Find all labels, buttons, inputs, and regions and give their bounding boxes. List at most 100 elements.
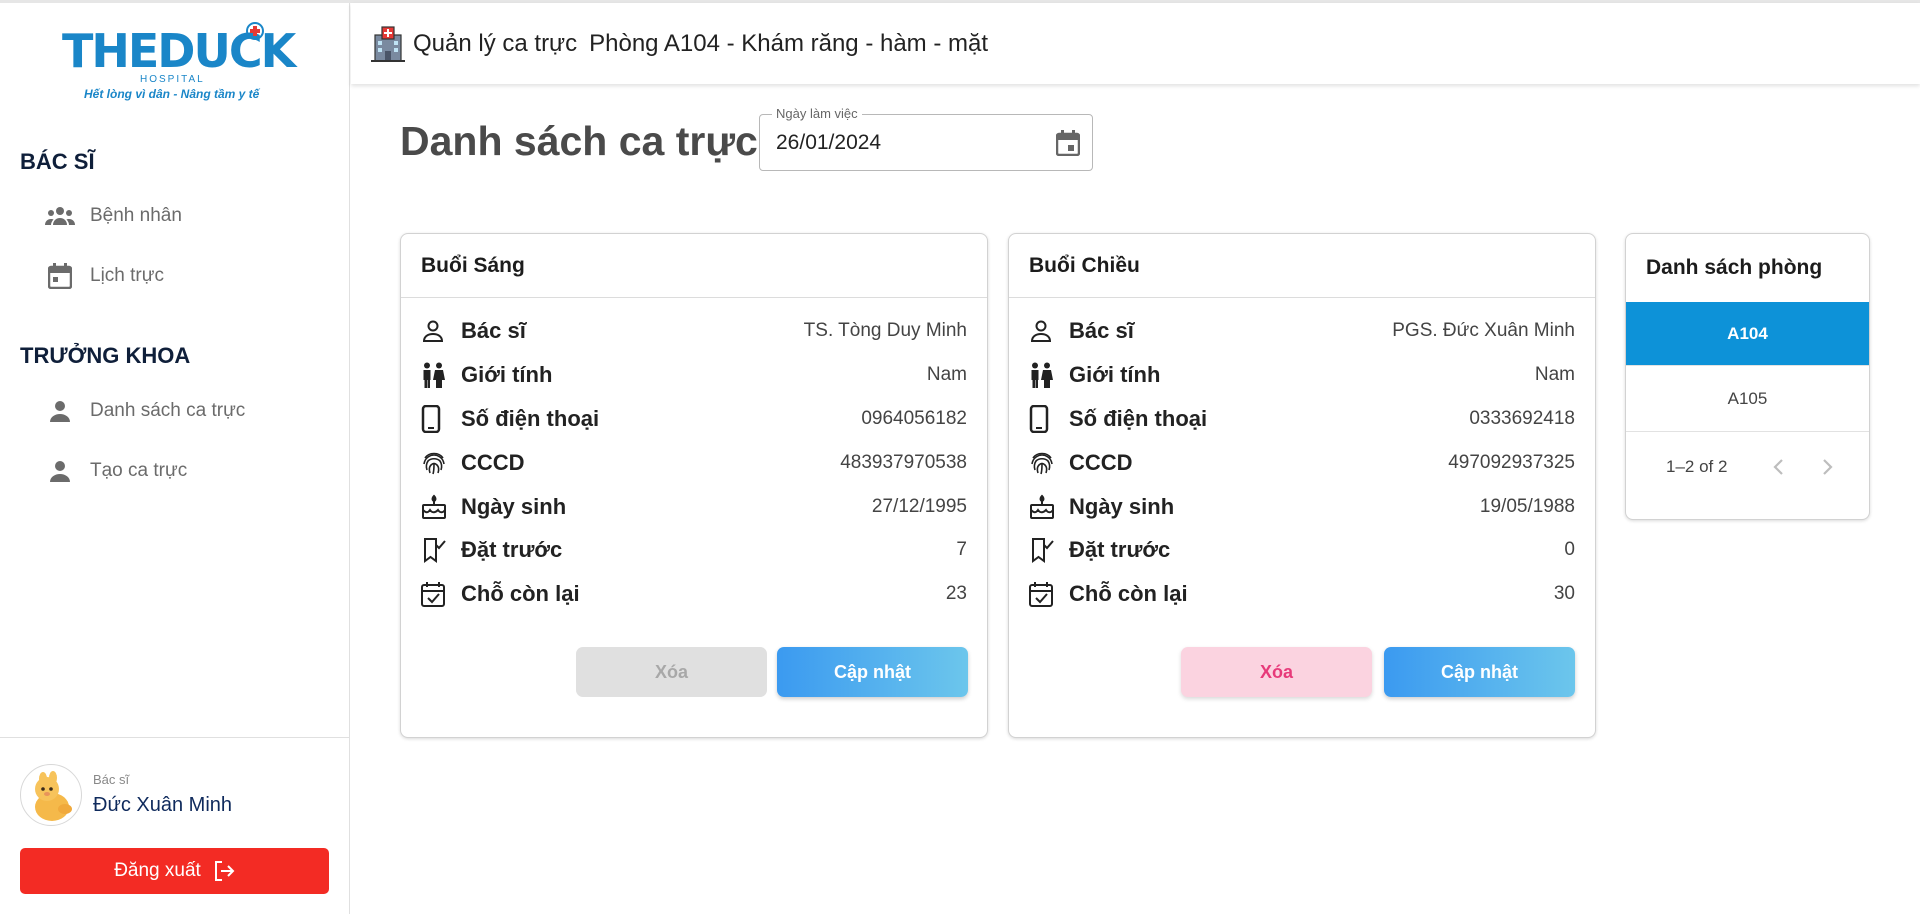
top-header: Quản lý ca trực Phòng A104 - Khám răng -…: [351, 3, 1920, 84]
room-list-panel: Danh sách phòng A104 A105 1–2 of 2: [1625, 233, 1870, 520]
gender-value: Nam: [1534, 364, 1575, 385]
app-title: Quản lý ca trực: [413, 29, 578, 57]
phone-icon: [1029, 405, 1061, 433]
booked-label: Đặt trước: [461, 537, 563, 562]
doctor-label: Bác sĩ: [461, 318, 526, 343]
pagination-label: 1–2 of 2: [1666, 457, 1728, 476]
person-outline-icon: [1029, 319, 1061, 343]
room-item-a105[interactable]: A105: [1626, 366, 1869, 432]
dob-value: 27/12/1995: [871, 496, 967, 517]
phone-value: 0964056182: [861, 408, 967, 429]
sidebar-item-patients[interactable]: Bệnh nhân: [40, 194, 330, 238]
cake-icon: [1029, 494, 1061, 520]
sidebar-item-label: Tạo ca trực: [90, 460, 188, 481]
section-title-doctor: BÁC SĨ: [20, 149, 95, 174]
shift-title: Buổi Sáng: [401, 234, 987, 298]
sidebar-item-label: Lịch trực: [90, 265, 164, 286]
user-role: Bác sĩ: [93, 772, 130, 787]
booked-row: Đặt trước 0: [1029, 535, 1575, 565]
doctor-row: Bác sĩ PGS. Đức Xuân Minh: [1029, 316, 1575, 346]
doctor-value: TS. Tòng Duy Minh: [803, 320, 967, 341]
room-item-a104[interactable]: A104: [1626, 302, 1869, 366]
logout-button[interactable]: Đăng xuất: [20, 848, 329, 894]
id-row: CCCD 497092937325: [1029, 448, 1575, 478]
id-label: CCCD: [461, 450, 525, 475]
dob-label: Ngày sinh: [1069, 494, 1175, 519]
booked-row: Đặt trước 7: [421, 535, 967, 565]
remaining-value: 23: [945, 583, 967, 604]
event-available-icon: [1029, 581, 1061, 607]
phone-label: Số điện thoại: [461, 406, 600, 431]
fingerprint-icon: [1029, 450, 1061, 476]
doctor-value: PGS. Đức Xuân Minh: [1392, 320, 1575, 341]
doctor-label: Bác sĩ: [1069, 318, 1134, 343]
shift-title: Buổi Chiều: [1009, 234, 1595, 298]
phone-value: 0333692418: [1469, 408, 1575, 429]
room-list-title: Danh sách phòng: [1646, 256, 1823, 279]
sidebar-item-shift-list[interactable]: Danh sách ca trực: [40, 389, 330, 433]
remaining-label: Chỗ còn lại: [1069, 581, 1188, 606]
gender-row: Giới tính Nam: [1029, 360, 1575, 390]
phone-label: Số điện thoại: [1069, 406, 1208, 431]
pagination: 1–2 of 2: [1626, 432, 1869, 502]
booked-value: 7: [956, 539, 967, 560]
booked-value: 0: [1564, 539, 1575, 560]
sidebar: THEDUCK HOSPITAL Hết lòng vì dân - Nâng …: [0, 3, 350, 914]
phone-icon: [421, 405, 453, 433]
chevron-left-icon[interactable]: [1767, 456, 1789, 478]
logo-slogan: Hết lòng vì dân - Nâng tầm y tế: [84, 87, 260, 101]
id-row: CCCD 483937970538: [421, 448, 967, 478]
shift-card-afternoon: Buổi Chiều Bác sĩ PGS. Đức Xuân Minh Giớ…: [1008, 233, 1596, 738]
bookmark-check-icon: [1029, 537, 1061, 563]
gender-label: Giới tính: [1069, 362, 1161, 387]
id-label: CCCD: [1069, 450, 1133, 475]
dob-label: Ngày sinh: [461, 494, 567, 519]
update-button[interactable]: Cập nhật: [1384, 647, 1575, 697]
hospital-logo: THEDUCK HOSPITAL Hết lòng vì dân - Nâng …: [62, 22, 296, 105]
page-title: Danh sách ca trực: [400, 118, 758, 164]
section-title-head: TRƯỞNG KHOA: [20, 343, 191, 368]
chevron-right-icon[interactable]: [1817, 456, 1839, 478]
user-panel: Bác sĩ Đức Xuân Minh Đăng xuất: [0, 737, 349, 914]
person-icon: [40, 459, 80, 483]
wc-icon: [421, 362, 453, 388]
gender-value: Nam: [926, 364, 967, 385]
date-field-label: Ngày làm việc: [772, 106, 862, 121]
delete-button[interactable]: Xóa: [1181, 647, 1372, 697]
remaining-row: Chỗ còn lại 30: [1029, 579, 1575, 609]
person-icon: [40, 399, 80, 423]
bookmark-check-icon: [421, 537, 453, 563]
logo-subtitle: HOSPITAL: [140, 74, 205, 85]
update-button[interactable]: Cập nhật: [777, 647, 968, 697]
calendar-icon: [40, 263, 80, 289]
phone-row: Số điện thoại 0333692418: [1029, 404, 1575, 434]
remaining-label: Chỗ còn lại: [461, 581, 580, 606]
sidebar-item-create-shift[interactable]: Tạo ca trực: [40, 449, 330, 493]
gender-row: Giới tính Nam: [421, 360, 967, 390]
date-field-value[interactable]: 26/01/2024: [776, 131, 881, 155]
dob-row: Ngày sinh 19/05/1988: [1029, 492, 1575, 522]
doctor-row: Bác sĩ TS. Tòng Duy Minh: [421, 316, 967, 346]
id-value: 483937970538: [840, 452, 967, 473]
gender-label: Giới tính: [461, 362, 553, 387]
dob-row: Ngày sinh 27/12/1995: [421, 492, 967, 522]
booked-label: Đặt trước: [1069, 537, 1171, 562]
delete-button[interactable]: Xóa: [576, 647, 767, 697]
fingerprint-icon: [421, 450, 453, 476]
hospital-icon: [371, 25, 405, 62]
cake-icon: [421, 494, 453, 520]
calendar-icon[interactable]: [1055, 130, 1081, 161]
shift-card-morning: Buổi Sáng Bác sĩ TS. Tòng Duy Minh Giới …: [400, 233, 988, 738]
person-outline-icon: [421, 319, 453, 343]
people-icon: [40, 205, 80, 227]
work-date-field[interactable]: Ngày làm việc 26/01/2024: [759, 106, 1093, 171]
medical-cross-icon: [246, 22, 264, 40]
id-value: 497092937325: [1448, 452, 1575, 473]
event-available-icon: [421, 581, 453, 607]
sidebar-item-schedule[interactable]: Lịch trực: [40, 254, 330, 298]
wc-icon: [1029, 362, 1061, 388]
user-name: Đức Xuân Minh: [93, 794, 233, 816]
logout-label: Đăng xuất: [114, 860, 201, 881]
remaining-row: Chỗ còn lại 23: [421, 579, 967, 609]
avatar[interactable]: [20, 764, 82, 826]
